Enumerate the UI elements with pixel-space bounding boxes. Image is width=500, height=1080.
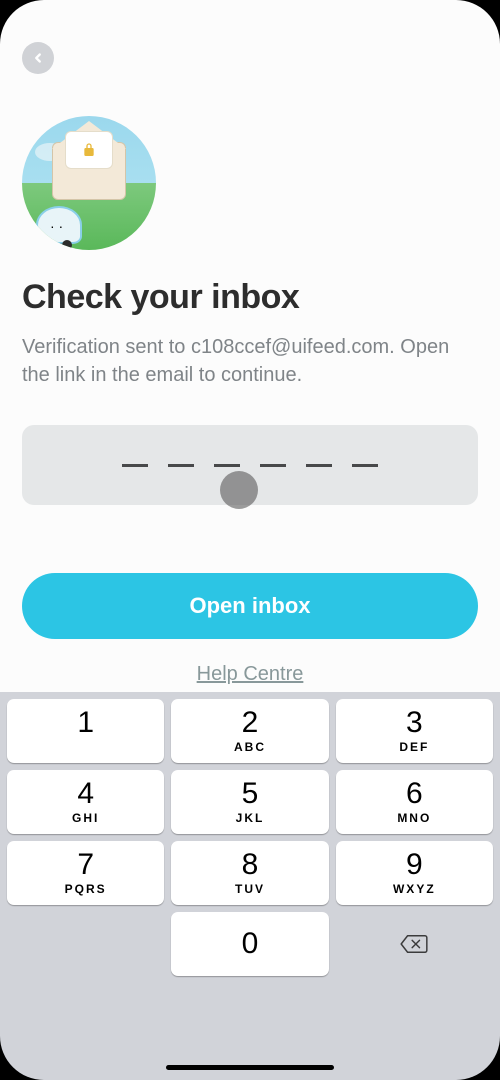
code-slot [306,464,332,467]
key-3[interactable]: 3DEF [336,699,493,763]
home-indicator[interactable] [166,1065,334,1070]
code-slot [122,464,148,467]
key-6[interactable]: 6MNO [336,770,493,834]
chevron-left-icon [31,51,45,65]
key-2[interactable]: 2ABC [171,699,328,763]
key-8[interactable]: 8TUV [171,841,328,905]
waze-face: · ·◡ [50,218,63,250]
numeric-keypad: 1 2ABC 3DEF 4GHI 5JKL 6MNO 7PQRS 8TUV 9W… [0,692,500,1080]
waze-character-icon: · ·◡ [36,206,82,244]
touch-indicator [220,471,258,509]
envelope-icon [52,142,126,200]
key-5[interactable]: 5JKL [171,770,328,834]
key-9[interactable]: 9WXYZ [336,841,493,905]
help-centre-link[interactable]: Help Centre [22,663,478,686]
verification-code-input[interactable] [22,425,478,505]
open-inbox-button[interactable]: Open inbox [22,573,478,639]
code-slot [168,464,194,467]
envelope-paper [65,131,113,169]
inbox-illustration: · ·◡ [22,116,156,250]
backspace-key[interactable] [336,912,493,976]
code-slot [352,464,378,467]
key-0[interactable]: 0 [171,912,328,976]
backspace-icon [399,933,429,955]
page-description: Verification sent to c108ccef@uifeed.com… [22,333,478,389]
main-content: · ·◡ Check your inbox Verification sent … [0,0,500,686]
code-slot [260,464,286,467]
code-slot [214,464,240,467]
page-title: Check your inbox [22,278,478,317]
key-1[interactable]: 1 [7,699,164,763]
lock-icon [81,142,97,158]
key-4[interactable]: 4GHI [7,770,164,834]
back-button[interactable] [22,42,54,74]
keypad-spacer [7,912,164,976]
key-7[interactable]: 7PQRS [7,841,164,905]
